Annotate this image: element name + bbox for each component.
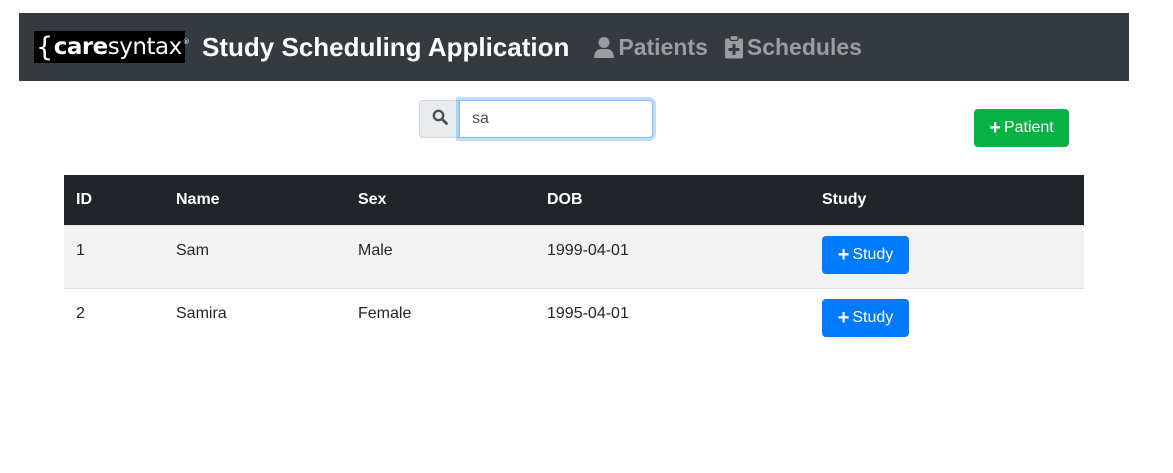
nav-patients[interactable]: Patients — [593, 33, 708, 61]
cell-sex: Female — [346, 287, 535, 351]
add-patient-label: Patient — [1003, 119, 1054, 136]
table-row: 2 Samira Female 1995-04-01 + Study — [64, 287, 1084, 351]
cell-dob: 1995-04-01 — [535, 287, 810, 351]
nav-patients-label: Patients — [618, 33, 708, 60]
search-icon — [432, 109, 448, 125]
cell-id: 2 — [64, 287, 164, 351]
cell-sex: Male — [346, 224, 535, 288]
column-header-sex[interactable]: Sex — [346, 175, 535, 225]
logo-brace: { — [36, 31, 53, 63]
caresyntax-logo[interactable]: {care syntax ® — [34, 31, 190, 63]
clipboard-plus-icon — [724, 35, 743, 59]
logo-registered-mark: ® — [182, 38, 190, 46]
add-study-button[interactable]: + Study — [822, 298, 909, 337]
cell-id: 1 — [64, 224, 164, 288]
plus-icon: + — [837, 243, 850, 266]
column-header-id[interactable]: ID — [64, 175, 164, 225]
patients-table: ID Name Sex DOB Study 1 Sam Male 1999-04… — [64, 175, 1084, 351]
logo-care-text: care — [53, 33, 109, 60]
cell-study: + Study — [810, 287, 1084, 351]
plus-icon: + — [837, 306, 850, 329]
top-navbar: {care syntax ® Study Scheduling Applicatio… — [19, 13, 1129, 81]
search-addon — [419, 100, 459, 138]
column-header-dob[interactable]: DOB — [535, 175, 810, 225]
column-header-name[interactable]: Name — [164, 175, 346, 225]
add-study-label: Study — [852, 245, 894, 263]
nav-schedules[interactable]: Schedules — [724, 34, 862, 61]
table-row: 1 Sam Male 1999-04-01 + Study — [64, 224, 1084, 288]
cell-name: Samira — [164, 287, 346, 351]
user-icon — [594, 36, 615, 58]
add-study-label: Study — [852, 308, 894, 326]
plus-icon: + — [989, 117, 1001, 139]
nav-schedules-label: Schedules — [746, 33, 862, 60]
app-title[interactable]: Study Scheduling Application — [202, 32, 569, 63]
search-input[interactable] — [459, 100, 653, 138]
table-header-row: ID Name Sex DOB Study — [64, 175, 1084, 225]
add-patient-button[interactable]: + Patient — [974, 109, 1069, 147]
add-study-button[interactable]: + Study — [822, 235, 909, 274]
patient-search — [419, 100, 653, 138]
cell-dob: 1999-04-01 — [535, 224, 810, 288]
logo-syntax-text: syntax — [107, 33, 182, 60]
cell-study: + Study — [810, 224, 1084, 288]
column-header-study[interactable]: Study — [810, 175, 1084, 225]
cell-name: Sam — [164, 224, 346, 288]
